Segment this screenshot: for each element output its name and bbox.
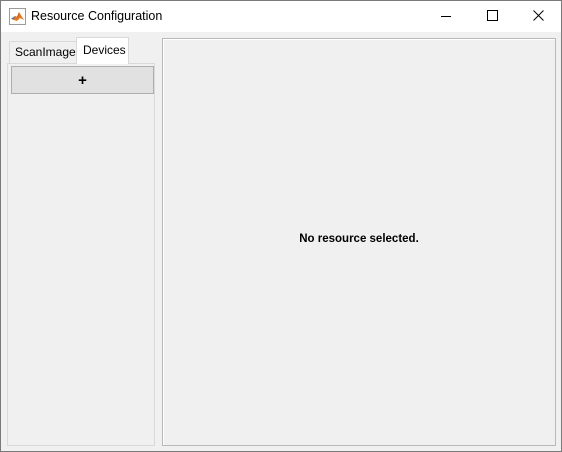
add-button-label: +	[78, 72, 87, 89]
title-bar[interactable]: Resource Configuration	[1, 1, 561, 32]
maximize-icon	[486, 8, 498, 26]
devices-tab-panel: +	[7, 63, 155, 446]
client-area: ScanImage Devices + No resource selected…	[1, 32, 561, 451]
window-title: Resource Configuration	[31, 9, 163, 23]
close-icon	[532, 8, 544, 26]
minimize-button[interactable]	[423, 1, 469, 32]
matlab-icon	[9, 8, 26, 25]
empty-state-message: No resource selected.	[299, 233, 419, 245]
tab-label: Devices	[83, 43, 126, 57]
tab-scanimage[interactable]: ScanImage	[9, 41, 77, 63]
maximize-button[interactable]	[469, 1, 515, 32]
add-device-button[interactable]: +	[11, 66, 154, 94]
tab-devices[interactable]: Devices	[76, 37, 129, 64]
resource-detail-panel: No resource selected.	[162, 38, 556, 446]
close-button[interactable]	[515, 1, 561, 32]
resource-configuration-window: Resource Configuration ScanImage Devices…	[0, 0, 562, 452]
tab-label: ScanImage	[15, 45, 76, 59]
minimize-icon	[441, 8, 451, 26]
